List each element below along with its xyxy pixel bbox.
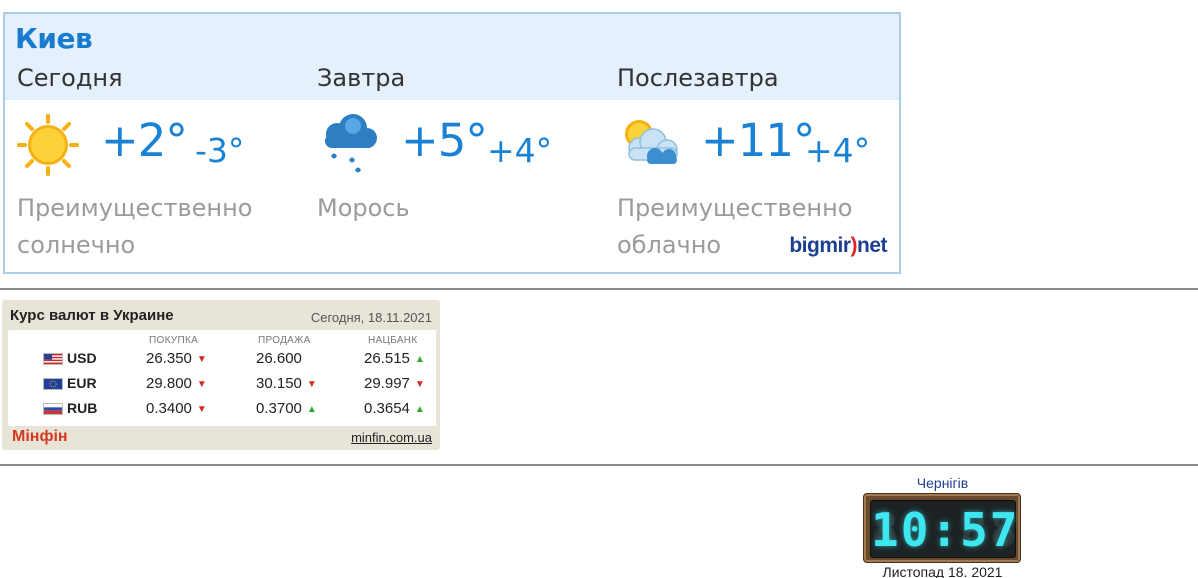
arrow-up-icon: ▲ bbox=[306, 404, 317, 415]
column-header-nbu: НАЦБАНК bbox=[368, 335, 418, 346]
arrow-up-icon: ▲ bbox=[414, 404, 425, 415]
temp-low: -3° bbox=[195, 131, 245, 170]
minfin-site-link[interactable]: minfin.com.ua bbox=[351, 430, 432, 445]
currency-title: Курс валют в Украине bbox=[10, 307, 174, 324]
sell-value: 26.600 bbox=[256, 350, 302, 367]
arrow-down-icon: ▼ bbox=[306, 379, 317, 390]
arrow-down-icon: ▼ bbox=[196, 404, 207, 415]
weather-condition: Преимущественно солнечно bbox=[17, 190, 277, 264]
bigmir-logo-link[interactable]: bigmir)net bbox=[789, 234, 887, 258]
sell-rate: 30.150 ▼ bbox=[256, 375, 317, 392]
buy-rate: 26.350 ▼ bbox=[146, 350, 207, 367]
currency-widget: Курс валют в Украине Сегодня, 18.11.2021… bbox=[2, 300, 440, 450]
partly-cloudy-icon bbox=[625, 120, 678, 164]
temp-high: +2° bbox=[101, 114, 188, 167]
table-row: USD 26.350 ▼ 26.600 26.515 ▲ bbox=[8, 349, 436, 373]
sell-rate: 0.3700 ▲ bbox=[256, 400, 317, 417]
clock-date: Листопад 18. 2021 bbox=[882, 564, 1003, 578]
currency-code: USD bbox=[67, 350, 97, 366]
nbu-rate: 26.515 ▲ bbox=[364, 350, 425, 367]
arrow-up-icon: ▲ bbox=[414, 354, 425, 365]
column-header-sell: ПРОДАЖА bbox=[258, 335, 311, 346]
us-flag-icon bbox=[43, 353, 63, 365]
nbu-value: 26.515 bbox=[364, 350, 410, 367]
weather-day-today: Сегодня +2° -3° Преимущественно солнечно bbox=[17, 14, 317, 272]
buy-rate: 29.800 ▼ bbox=[146, 375, 207, 392]
divider bbox=[0, 288, 1198, 290]
condition-line-1: Преимущественно bbox=[17, 194, 253, 222]
currency-date: Сегодня, 18.11.2021 bbox=[310, 310, 432, 325]
digital-clock: 88:88 10:57 bbox=[863, 493, 1021, 563]
arrow-down-icon: ▼ bbox=[196, 354, 207, 365]
condition-line-1: Морось bbox=[317, 194, 410, 222]
clock-face: 88:88 10:57 bbox=[870, 500, 1020, 558]
arrow-down-icon: ▼ bbox=[196, 379, 207, 390]
nbu-value: 29.997 bbox=[364, 375, 410, 392]
bigmir-logo-part2: net bbox=[857, 234, 888, 257]
weather-condition: Морось bbox=[317, 190, 577, 227]
buy-rate: 0.3400 ▼ bbox=[146, 400, 207, 417]
temp-low: +4° bbox=[487, 131, 553, 170]
day-name: Сегодня bbox=[17, 64, 123, 92]
temp-low: +4° bbox=[805, 131, 871, 170]
sell-rate: 26.600 bbox=[256, 350, 302, 367]
ru-flag-icon bbox=[43, 403, 63, 415]
nbu-rate: 0.3654 ▲ bbox=[364, 400, 425, 417]
buy-value: 0.3400 bbox=[146, 400, 192, 417]
sell-value: 0.3700 bbox=[256, 400, 302, 417]
table-row: EUR 29.800 ▼ 30.150 ▼ 29.997 ▼ bbox=[8, 374, 436, 398]
day-name: Послезавтра bbox=[617, 64, 779, 92]
nbu-value: 0.3654 bbox=[364, 400, 410, 417]
buy-value: 26.350 bbox=[146, 350, 192, 367]
column-header-buy: ПОКУПКА bbox=[149, 335, 199, 346]
arrow-down-icon: ▼ bbox=[414, 379, 425, 390]
day-name: Завтра bbox=[317, 64, 406, 92]
clock-time: 10:57 bbox=[871, 503, 1020, 557]
condition-line-1: Преимущественно bbox=[617, 194, 853, 222]
table-row: RUB 0.3400 ▼ 0.3700 ▲ 0.3654 ▲ bbox=[8, 399, 436, 423]
buy-value: 29.800 bbox=[146, 375, 192, 392]
nbu-rate: 29.997 ▼ bbox=[364, 375, 425, 392]
sun-icon bbox=[17, 114, 79, 176]
temp-high: +11° bbox=[701, 114, 815, 167]
drizzle-cloud-icon bbox=[325, 114, 377, 173]
currency-code: RUB bbox=[67, 400, 98, 416]
minfin-logo-link[interactable]: Мінфін bbox=[12, 428, 68, 446]
weather-widget: Киев Сегодня +2° -3° Преимущественно сол… bbox=[3, 12, 901, 274]
weather-day-tomorrow: Завтра +5° +4° Морось bbox=[317, 14, 617, 272]
divider bbox=[0, 464, 1198, 466]
bigmir-logo-part1: bigmir bbox=[789, 234, 851, 257]
clock-city-link[interactable]: Чернігів bbox=[864, 475, 1021, 491]
condition-line-2: солнечно bbox=[17, 231, 136, 259]
sell-value: 30.150 bbox=[256, 375, 302, 392]
temp-high: +5° bbox=[401, 114, 488, 167]
currency-code: EUR bbox=[67, 375, 97, 391]
eu-flag-icon bbox=[43, 378, 63, 390]
currency-table: ПОКУПКА ПРОДАЖА НАЦБАНК USD 26.350 ▼ 26.6… bbox=[8, 330, 436, 426]
